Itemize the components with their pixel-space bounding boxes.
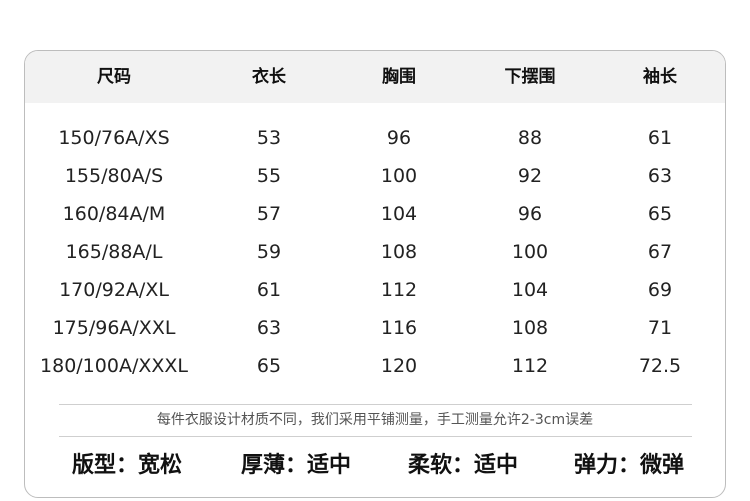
header-hem: 下摆围 [504,67,556,87]
attribute-softness: 柔软：适中 [407,453,518,478]
cell-sleeve: 72.5 [638,355,682,377]
table-row: 160/84A/M 57 104 96 65 [25,195,725,233]
table-row: 180/100A/XXXL 65 120 112 72.5 [25,347,725,385]
header-length: 衣长 [252,67,286,87]
header-size: 尺码 [97,67,131,87]
table-header: 尺码 衣长 胸围 下摆围 袖长 [25,51,725,103]
cell-size: 165/88A/L [65,241,163,263]
table-row: 175/96A/XXL 63 116 108 71 [25,309,725,347]
divider-bottom [59,436,692,437]
attribute-fit: 版型：宽松 [71,453,182,478]
cell-sleeve: 67 [647,241,673,263]
table-row: 170/92A/XL 61 112 104 69 [25,271,725,309]
size-chart-card: 尺码 衣长 胸围 下摆围 袖长 150/76A/XS 53 96 88 61 1… [24,50,726,498]
table-row: 155/80A/S 55 100 92 63 [25,157,725,195]
cell-size: 150/76A/XS [58,127,170,149]
cell-sleeve: 65 [647,203,673,225]
attribute-thickness: 厚薄：适中 [240,453,351,478]
cell-sleeve: 63 [647,165,673,187]
cell-size: 170/92A/XL [59,279,169,301]
header-sleeve: 袖长 [643,67,677,87]
cell-size: 155/80A/S [64,165,164,187]
table-row: 150/76A/XS 53 96 88 61 [25,119,725,157]
cell-sleeve: 61 [647,127,673,149]
header-chest: 胸围 [382,67,416,87]
divider-top [59,404,692,405]
cell-size: 175/96A/XXL [52,317,176,339]
cell-sleeve: 69 [647,279,673,301]
measurement-note: 每件衣服设计材质不同，我们采用平铺测量，手工测量允许2-3cm误差 [156,412,594,428]
cell-size: 160/84A/M [62,203,166,225]
table-row: 165/88A/L 59 108 100 67 [25,233,725,271]
cell-sleeve: 71 [647,317,673,339]
cell-size: 180/100A/XXXL [40,355,188,377]
attribute-elasticity: 弹力：微弹 [573,453,684,478]
